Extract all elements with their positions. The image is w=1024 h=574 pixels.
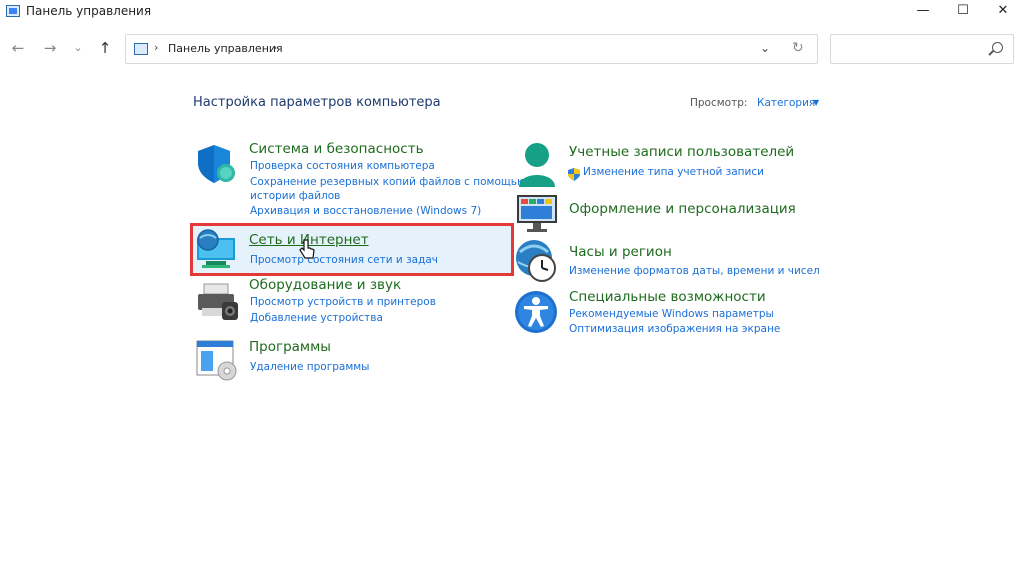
link-change-account-type[interactable]: Изменение типа учетной записи bbox=[583, 166, 764, 178]
page-title: Настройка параметров компьютера bbox=[193, 95, 441, 110]
accessibility-icon bbox=[514, 290, 558, 338]
link-recommended-windows-settings[interactable]: Рекомендуемые Windows параметры bbox=[569, 308, 774, 320]
user-icon bbox=[516, 141, 558, 193]
link-add-device[interactable]: Добавление устройства bbox=[250, 312, 383, 324]
highlight-box bbox=[190, 223, 514, 276]
breadcrumb-control-panel[interactable]: Панель управления bbox=[168, 42, 283, 55]
clock-globe-icon bbox=[514, 238, 560, 288]
category-system-security[interactable]: Система и безопасность bbox=[249, 141, 424, 157]
link-uninstall-program[interactable]: Удаление программы bbox=[250, 361, 369, 373]
search-input[interactable] bbox=[830, 34, 1014, 64]
search-icon bbox=[992, 42, 1003, 53]
category-user-accounts[interactable]: Учетные записи пользователей bbox=[569, 144, 794, 160]
close-button[interactable]: ✕ bbox=[980, 0, 1024, 24]
shield-icon bbox=[196, 143, 238, 189]
printer-icon bbox=[196, 282, 240, 326]
navigation-bar: ← → ⌄ ↑ › Панель управления › ⌄ ↻ bbox=[0, 30, 1024, 70]
view-by-label: Просмотр: bbox=[690, 97, 748, 109]
hand-cursor-icon bbox=[298, 238, 316, 266]
control-panel-icon bbox=[6, 5, 20, 17]
link-view-devices-printers[interactable]: Просмотр устройств и принтеров bbox=[250, 296, 436, 308]
link-optimize-display[interactable]: Оптимизация изображения на экране bbox=[569, 323, 780, 335]
programs-icon bbox=[195, 339, 239, 385]
network-globe-icon bbox=[194, 228, 238, 276]
recent-locations-chevron-icon[interactable]: ⌄ bbox=[68, 38, 88, 58]
link-check-computer-status[interactable]: Проверка состояния компьютера bbox=[250, 160, 435, 172]
category-programs[interactable]: Программы bbox=[249, 339, 331, 355]
link-backup-restore-win7[interactable]: Архивация и восстановление (Windows 7) bbox=[250, 205, 481, 217]
breadcrumb-chevron-icon[interactable]: › bbox=[273, 41, 277, 54]
forward-arrow-icon[interactable]: → bbox=[40, 38, 60, 58]
category-hardware-sound[interactable]: Оборудование и звук bbox=[249, 277, 401, 293]
up-arrow-icon[interactable]: ↑ bbox=[95, 38, 115, 58]
category-appearance-personalization[interactable]: Оформление и персонализация bbox=[569, 201, 796, 217]
category-clock-region[interactable]: Часы и регион bbox=[569, 244, 672, 260]
address-dropdown-icon[interactable]: ⌄ bbox=[760, 41, 770, 55]
link-network-status-tasks[interactable]: Просмотр состояния сети и задач bbox=[250, 254, 438, 266]
link-file-history-backup-cont[interactable]: истории файлов bbox=[250, 190, 340, 202]
refresh-icon[interactable]: ↻ bbox=[792, 40, 804, 56]
monitor-icon bbox=[515, 193, 559, 239]
address-bar[interactable]: › Панель управления › ⌄ ↻ bbox=[125, 34, 818, 64]
link-file-history-backup[interactable]: Сохранение резервных копий файлов с помо… bbox=[250, 176, 526, 188]
title-bar: Панель управления — ☐ ✕ bbox=[0, 0, 1024, 24]
back-arrow-icon[interactable]: ← bbox=[8, 38, 28, 58]
control-panel-small-icon bbox=[134, 43, 148, 55]
uac-shield-icon bbox=[568, 166, 580, 185]
breadcrumb-chevron-icon[interactable]: › bbox=[154, 41, 158, 54]
view-by-dropdown[interactable]: Категория bbox=[757, 97, 815, 109]
dropdown-caret-icon[interactable]: ▼ bbox=[813, 98, 819, 107]
link-change-date-time-formats[interactable]: Изменение форматов даты, времени и чисел bbox=[569, 265, 820, 277]
category-ease-of-access[interactable]: Специальные возможности bbox=[569, 289, 766, 305]
window-title: Панель управления bbox=[26, 4, 152, 18]
